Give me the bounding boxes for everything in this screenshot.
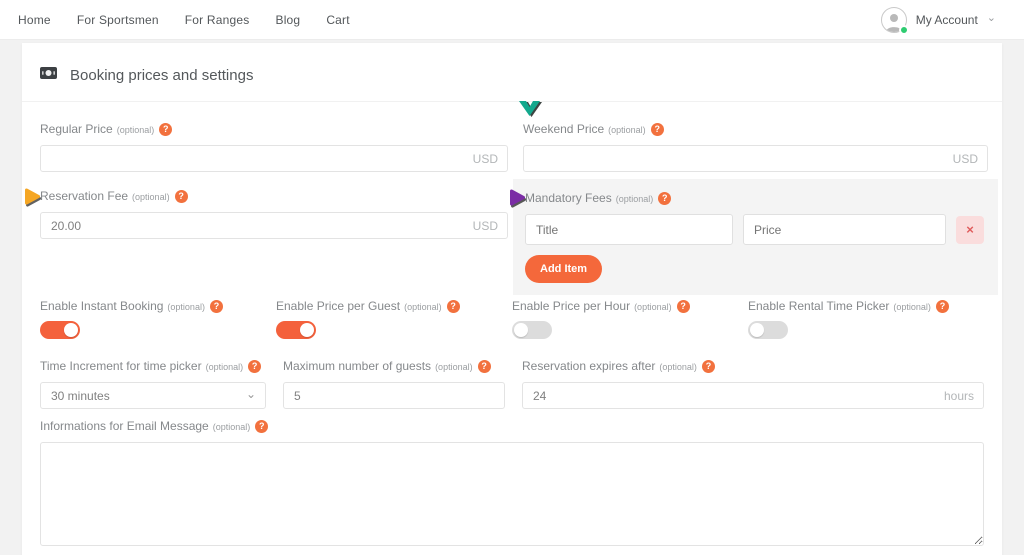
enable-price-per-guest-field: Enable Price per Guest (optional) ? <box>276 299 512 339</box>
fee-title-input[interactable] <box>525 214 733 245</box>
time-increment-select[interactable]: 30 minutes ⌄ <box>40 382 266 409</box>
time-increment-label: Time Increment for time picker <box>40 359 202 373</box>
nav-item-cart[interactable]: Cart <box>326 13 349 27</box>
reservation-expires-field: Reservation expires after (optional) ? h… <box>522 359 984 409</box>
optional-tag: (optional) <box>212 422 251 432</box>
max-guests-input[interactable] <box>283 382 505 409</box>
chevron-down-icon: ⌄ <box>986 12 996 24</box>
optional-tag: (optional) <box>435 362 473 372</box>
optional-tag: (optional) <box>615 194 654 204</box>
optional-tag: (optional) <box>404 302 442 312</box>
nav-item-blog[interactable]: Blog <box>275 13 300 27</box>
regular-price-field: Regular Price (optional) ? USD <box>40 122 508 172</box>
help-icon[interactable]: ? <box>477 359 491 373</box>
nav-item-for-ranges[interactable]: For Ranges <box>185 13 250 27</box>
reservation-fee-input[interactable] <box>40 212 508 239</box>
email-message-label: Informations for Email Message <box>40 419 209 433</box>
enable-instant-booking-field: Enable Instant Booking (optional) ? <box>40 299 276 339</box>
regular-price-input[interactable] <box>40 145 508 172</box>
enable-price-per-hour-field: Enable Price per Hour (optional) ? <box>512 299 748 339</box>
weekend-price-input[interactable] <box>523 145 988 172</box>
email-message-field: Informations for Email Message (optional… <box>40 419 984 551</box>
max-guests-field: Maximum number of guests (optional) ? <box>283 359 505 409</box>
purple-arrow-marker-icon <box>509 189 526 211</box>
optional-tag: (optional) <box>659 362 697 372</box>
enable-rental-time-picker-label: Enable Rental Time Picker <box>748 299 890 313</box>
weekend-price-field: Weekend Price (optional) ? USD <box>519 101 988 172</box>
card-header: Booking prices and settings <box>22 43 1002 102</box>
add-item-button[interactable]: Add Item <box>525 255 603 283</box>
price-per-hour-toggle[interactable] <box>512 321 552 339</box>
optional-tag: (optional) <box>167 302 205 312</box>
time-increment-value: 30 minutes <box>51 388 110 403</box>
enable-instant-booking-label: Enable Instant Booking <box>40 299 164 313</box>
help-icon[interactable]: ? <box>701 359 715 373</box>
enable-price-per-guest-label: Enable Price per Guest <box>276 299 401 313</box>
optional-tag: (optional) <box>893 302 931 312</box>
top-navbar: Home For Sportsmen For Ranges Blog Cart … <box>0 0 1024 40</box>
regular-price-label: Regular Price <box>40 122 113 136</box>
help-icon[interactable]: ? <box>446 299 460 313</box>
time-increment-field: Time Increment for time picker (optional… <box>40 359 266 409</box>
booking-settings-card: Booking prices and settings Regular Pric… <box>22 43 1002 555</box>
fee-price-input[interactable] <box>743 214 946 245</box>
help-icon[interactable]: ? <box>209 299 223 313</box>
money-icon <box>40 66 57 84</box>
toggle-knob <box>514 323 528 337</box>
rental-time-picker-toggle[interactable] <box>748 321 788 339</box>
help-icon[interactable]: ? <box>174 189 188 203</box>
price-per-guest-toggle[interactable] <box>276 321 316 339</box>
nav-item-for-sportsmen[interactable]: For Sportsmen <box>77 13 159 27</box>
email-message-textarea[interactable] <box>40 442 984 546</box>
weekend-price-label: Weekend Price <box>523 122 605 136</box>
avatar <box>880 6 909 35</box>
reservation-expires-input[interactable] <box>522 382 984 409</box>
help-icon[interactable]: ? <box>935 299 949 313</box>
toggle-knob <box>750 323 764 337</box>
reservation-fee-label: Reservation Fee <box>40 189 129 203</box>
help-icon[interactable]: ? <box>676 299 690 313</box>
booking-settings-form: Regular Price (optional) ? USD Weekend P… <box>22 101 1002 555</box>
optional-tag: (optional) <box>116 125 155 135</box>
instant-booking-toggle[interactable] <box>40 321 80 339</box>
help-icon[interactable]: ? <box>159 122 173 136</box>
enable-rental-time-picker-field: Enable Rental Time Picker (optional) ? <box>748 299 984 339</box>
mandatory-fees-panel: Mandatory Fees (optional) ? × Add Item <box>510 179 998 295</box>
optional-tag: (optional) <box>608 125 646 135</box>
optional-tag: (optional) <box>205 362 244 372</box>
toggle-knob <box>64 323 78 337</box>
my-account-menu[interactable]: My Account ⌄ <box>880 6 996 35</box>
help-icon[interactable]: ? <box>650 122 664 136</box>
nav-links: Home For Sportsmen For Ranges Blog Cart <box>18 13 350 27</box>
chevron-down-icon: ⌄ <box>245 387 256 402</box>
help-icon[interactable]: ? <box>658 191 672 205</box>
max-guests-label: Maximum number of guests <box>283 359 432 373</box>
reservation-fee-field: Reservation Fee (optional) ? USD <box>25 188 508 239</box>
online-status-dot <box>898 24 909 35</box>
enable-price-per-hour-label: Enable Price per Hour <box>512 299 631 313</box>
nav-item-home[interactable]: Home <box>18 13 51 27</box>
remove-fee-button[interactable]: × <box>956 215 984 244</box>
toggle-knob <box>300 323 314 337</box>
optional-tag: (optional) <box>132 192 170 202</box>
yellow-arrow-marker-icon <box>24 188 41 210</box>
help-icon[interactable]: ? <box>255 419 269 433</box>
mandatory-fees-label: Mandatory Fees <box>525 191 612 205</box>
page-title: Booking prices and settings <box>70 66 254 84</box>
help-icon[interactable]: ? <box>248 359 262 373</box>
reservation-expires-label: Reservation expires after <box>522 359 656 373</box>
my-account-label: My Account <box>915 12 978 27</box>
green-chevron-marker-icon <box>518 100 541 122</box>
optional-tag: (optional) <box>634 302 672 312</box>
